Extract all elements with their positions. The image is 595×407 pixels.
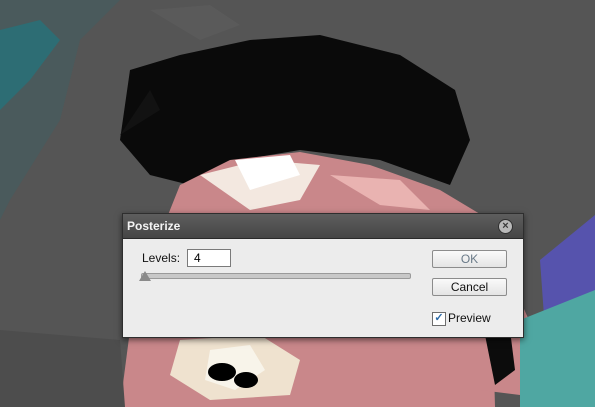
- preview-label[interactable]: Preview: [448, 311, 491, 325]
- levels-slider-track[interactable]: [141, 273, 411, 279]
- posterize-dialog: Posterize × Levels: OK Cancel ✓ Preview: [122, 213, 524, 338]
- levels-input[interactable]: [187, 249, 231, 267]
- close-icon[interactable]: ×: [498, 219, 513, 234]
- dialog-title: Posterize: [127, 219, 181, 233]
- posterized-photo: [0, 0, 595, 407]
- preview-checkbox[interactable]: ✓: [432, 312, 446, 326]
- ok-button[interactable]: OK: [432, 250, 507, 268]
- levels-slider-thumb[interactable]: [139, 271, 151, 281]
- dialog-titlebar[interactable]: Posterize ×: [123, 214, 523, 239]
- levels-label: Levels:: [142, 251, 181, 265]
- cancel-button[interactable]: Cancel: [432, 278, 507, 296]
